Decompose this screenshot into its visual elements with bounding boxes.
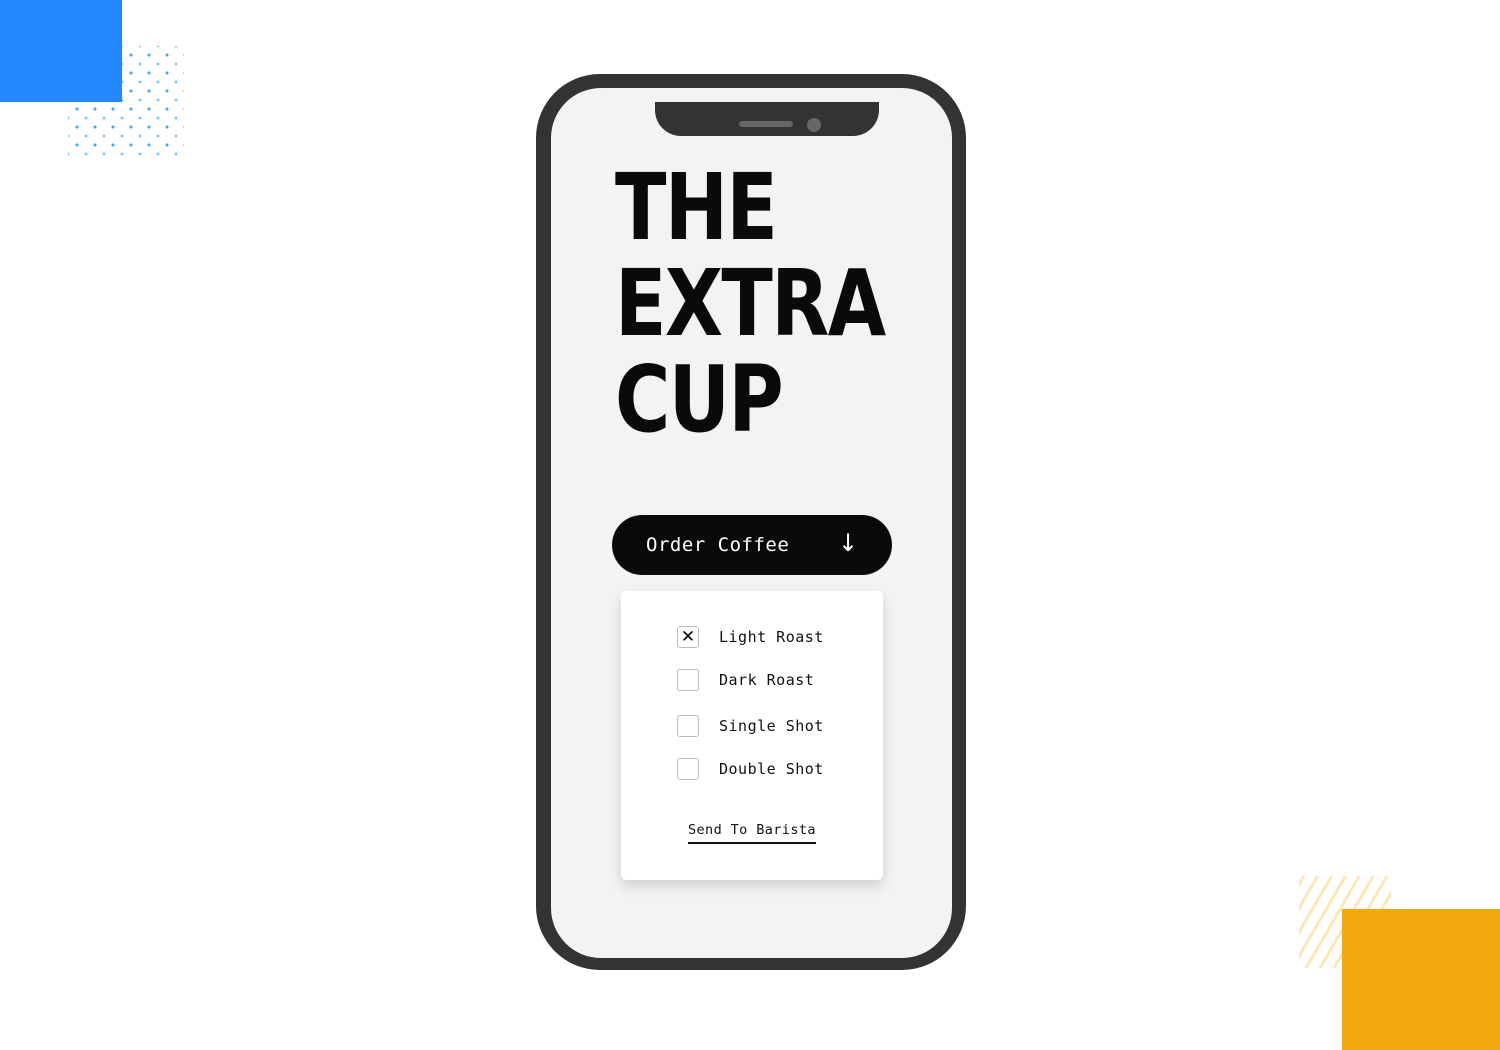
checkbox[interactable] bbox=[677, 669, 699, 691]
option-dark-roast[interactable]: Dark Roast bbox=[677, 668, 814, 692]
camera-icon bbox=[807, 118, 821, 132]
title-line: CUP bbox=[615, 346, 784, 453]
order-coffee-label: Order Coffee bbox=[646, 534, 790, 556]
checkbox[interactable] bbox=[677, 715, 699, 737]
phone-notch bbox=[655, 102, 879, 136]
speaker-icon bbox=[739, 121, 793, 127]
arrow-down-icon: ↓ bbox=[838, 529, 859, 557]
decorative-orange-square bbox=[1342, 909, 1500, 1050]
decorative-blue-square bbox=[0, 0, 122, 102]
option-single-shot[interactable]: Single Shot bbox=[677, 714, 824, 738]
checkbox[interactable] bbox=[677, 758, 699, 780]
option-double-shot[interactable]: Double Shot bbox=[677, 757, 824, 781]
title-line: EXTRA bbox=[615, 250, 886, 357]
option-label: Double Shot bbox=[719, 760, 824, 778]
title-line: THE bbox=[615, 154, 778, 261]
phone-screen: THE EXTRA CUP Order Coffee ↓ ✕ Light Roa… bbox=[551, 88, 952, 958]
order-options-card: ✕ Light Roast Dark Roast Single Shot Dou… bbox=[621, 591, 883, 880]
option-label: Light Roast bbox=[719, 628, 824, 646]
option-label: Single Shot bbox=[719, 717, 824, 735]
order-coffee-button[interactable]: Order Coffee ↓ bbox=[612, 515, 892, 575]
option-label: Dark Roast bbox=[719, 671, 815, 689]
phone-frame: THE EXTRA CUP Order Coffee ↓ ✕ Light Roa… bbox=[536, 74, 966, 970]
app-title: THE EXTRA CUP bbox=[615, 154, 886, 453]
option-light-roast[interactable]: ✕ Light Roast bbox=[677, 625, 824, 649]
checkbox-checked[interactable]: ✕ bbox=[677, 626, 699, 648]
send-to-barista-link[interactable]: Send To Barista bbox=[688, 822, 816, 844]
